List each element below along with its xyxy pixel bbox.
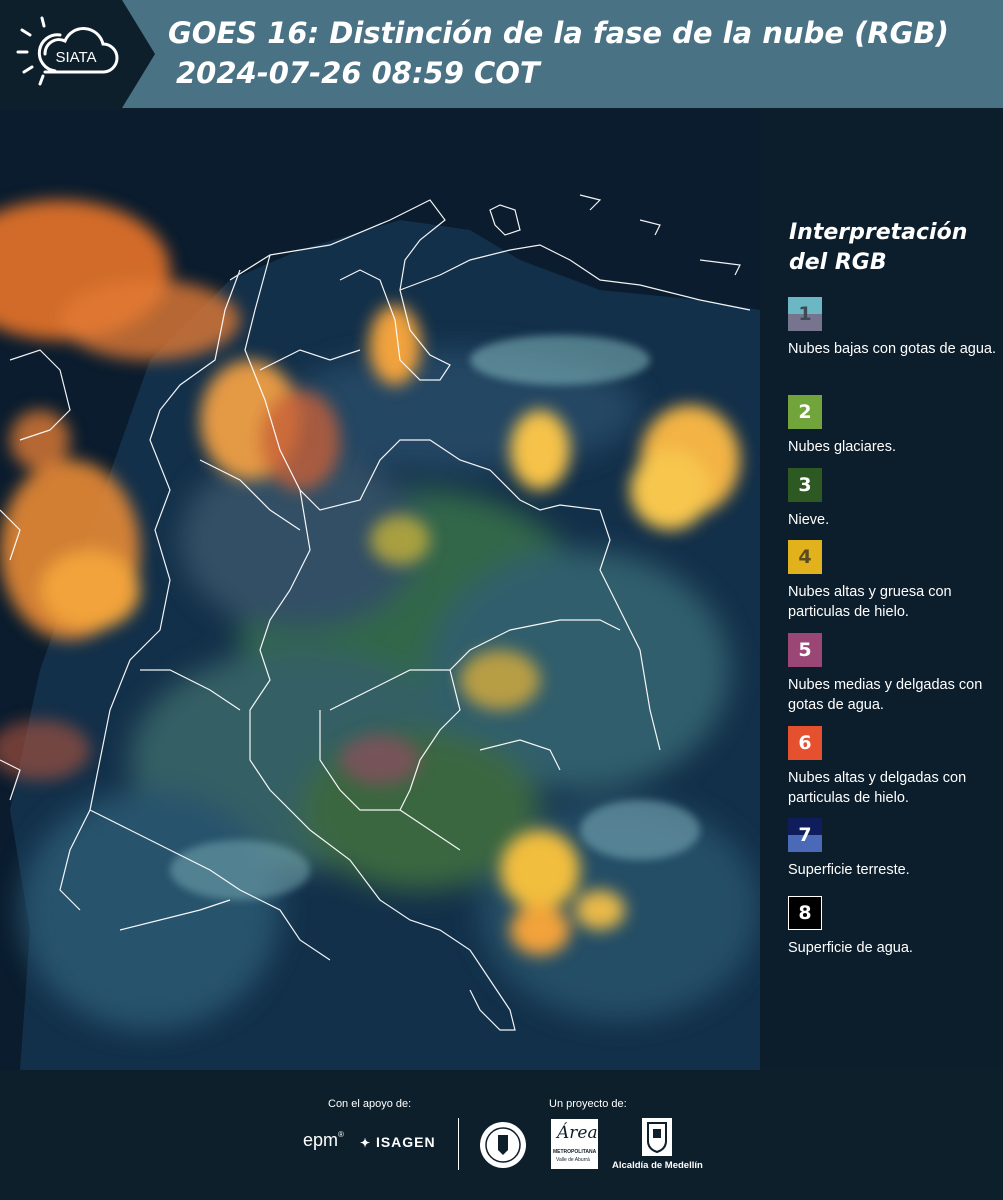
footer-divider <box>458 1118 459 1170</box>
svg-text:SIATA: SIATA <box>55 49 96 66</box>
legend-title: Interpretación del RGB <box>789 220 968 275</box>
area-metropolitana-logo: Área METROPOLITANA Valle de Aburrá <box>551 1119 598 1169</box>
satellite-map <box>0 110 760 1070</box>
legend-label: Nieve. <box>788 512 830 528</box>
legend-swatch: 5 <box>788 633 822 667</box>
header-bar: SIATA GOES 16: Distinción de la fase de … <box>0 0 1003 108</box>
legend-label: Superficie terreste. <box>788 862 910 878</box>
legend-label: Nubes medias y delgadas con gotas de agu… <box>788 677 983 713</box>
legend-label: Nubes altas y gruesa con particulas de h… <box>788 584 952 620</box>
isagen-logo: ✦ ISAGEN <box>360 1134 436 1150</box>
page-title: GOES 16: Distinción de la fase de la nub… <box>168 16 949 50</box>
legend-item-8: 8 Superficie de agua. <box>788 896 998 958</box>
project-caption: Un proyecto de: <box>549 1098 627 1110</box>
legend-item-4: 4 Nubes altas y gruesa con particulas de… <box>788 540 998 622</box>
legend-panel: Interpretación del RGB 1 Nubes bajas con… <box>760 110 1003 1068</box>
legend-label: Nubes glaciares. <box>788 439 896 455</box>
legend-item-3: 3 Nieve. <box>788 468 998 530</box>
legend-item-1: 1 Nubes bajas con gotas de agua. <box>788 297 998 359</box>
legend-label: Nubes altas y delgadas con particulas de… <box>788 770 967 806</box>
footer: Con el apoyo de: Un proyecto de: epm® ✦ … <box>0 1070 1003 1200</box>
legend-label: Superficie de agua. <box>788 940 913 956</box>
legend-item-5: 5 Nubes medias y delgadas con gotas de a… <box>788 633 998 715</box>
legend-swatch: 2 <box>788 395 822 429</box>
support-caption: Con el apoyo de: <box>328 1098 412 1110</box>
legend-swatch: 6 <box>788 726 822 760</box>
siata-logo: SIATA <box>0 0 155 108</box>
legend-item-7: 7 Superficie terreste. <box>788 818 998 880</box>
legend-swatch: 3 <box>788 468 822 502</box>
medellin-seal-icon <box>480 1122 526 1168</box>
legend-item-2: 2 Nubes glaciares. <box>788 395 998 457</box>
legend-item-6: 6 Nubes altas y delgadas con particulas … <box>788 726 998 808</box>
legend-swatch: 1 <box>788 297 822 331</box>
epm-logo: epm® <box>303 1130 344 1150</box>
alcaldia-shield-icon <box>642 1118 672 1156</box>
alcaldia-label: Alcaldía de Medellín <box>612 1160 703 1171</box>
legend-swatch: 7 <box>788 818 822 852</box>
isagen-icon: ✦ <box>360 1136 372 1150</box>
legend-swatch: 4 <box>788 540 822 574</box>
legend-swatch: 8 <box>788 896 822 930</box>
legend-label: Nubes bajas con gotas de agua. <box>788 341 996 357</box>
page-timestamp: 2024-07-26 08:59 COT <box>176 56 540 90</box>
